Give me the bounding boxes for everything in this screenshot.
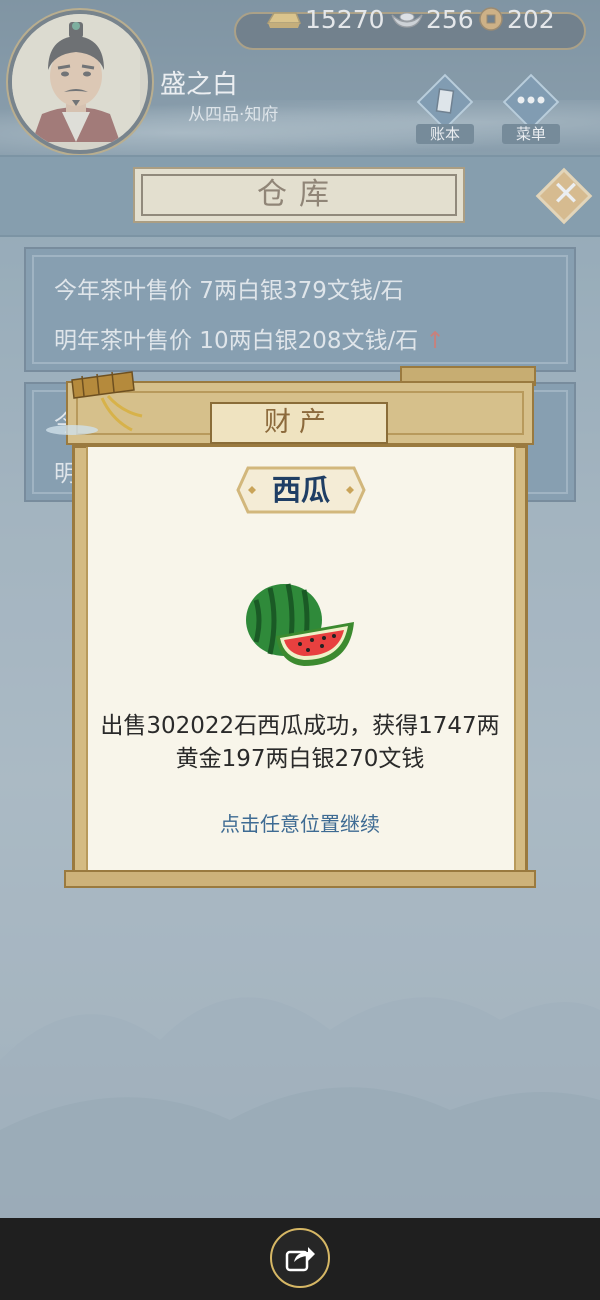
dialog-header-plaque: 财产	[210, 402, 388, 444]
watermelon-icon	[246, 583, 354, 666]
share-icon	[285, 1247, 315, 1272]
continue-hint[interactable]: 点击任意位置继续	[100, 808, 500, 837]
dialog-bottom-frame	[64, 870, 536, 888]
wheat-bundle-icon	[46, 371, 143, 435]
sale-result-message: 出售302022石西瓜成功，获得1747两黄金197两白银270文钱	[100, 713, 500, 772]
share-button[interactable]	[270, 1228, 330, 1288]
item-name: 西瓜	[271, 473, 330, 507]
dialog-title: 财产	[264, 407, 334, 438]
